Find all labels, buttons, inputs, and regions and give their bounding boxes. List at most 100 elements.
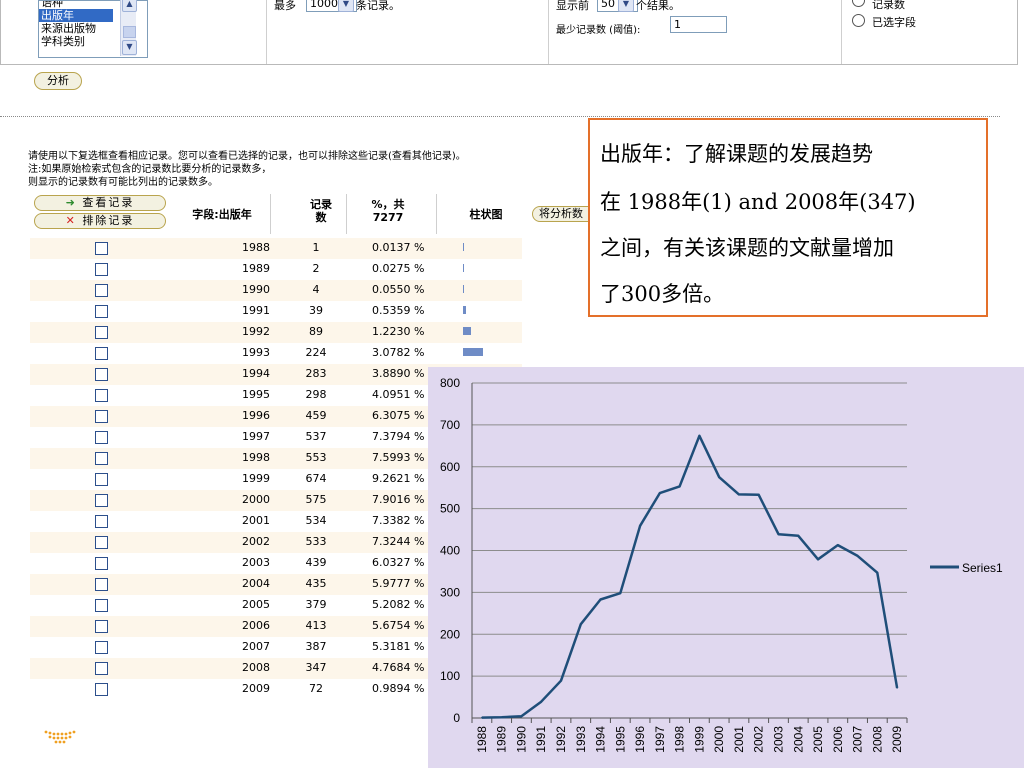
cell-percent: 5.2082 % [372, 598, 425, 611]
save-analysis-data-label: 将分析数 [539, 207, 583, 220]
row-checkbox[interactable] [95, 326, 108, 339]
cell-year: 2008 [242, 661, 270, 674]
header-field: 字段:出版年 [192, 208, 252, 221]
row-checkbox[interactable] [95, 284, 108, 297]
row-checkbox[interactable] [95, 431, 108, 444]
row-checkbox[interactable] [95, 557, 108, 570]
cell-count: 553 [305, 451, 327, 464]
x-tick-label: 2006 [831, 726, 845, 753]
row-checkbox[interactable] [95, 452, 108, 465]
data-point [777, 533, 780, 535]
data-point [520, 715, 523, 718]
cell-year: 1988 [242, 241, 270, 254]
cell-count: 537 [305, 430, 327, 443]
analysis-options-panel [0, 0, 1018, 65]
row-checkbox[interactable] [95, 599, 108, 612]
data-point [560, 679, 562, 682]
radio-records-label: 记录数 [872, 0, 905, 11]
data-point [876, 571, 879, 574]
cell-year: 2004 [242, 577, 270, 590]
cell-year: 1991 [242, 304, 270, 317]
row-checkbox[interactable] [95, 536, 108, 549]
x-tick-label: 2001 [732, 726, 746, 753]
x-tick-label: 1997 [653, 726, 667, 753]
table-bar [463, 327, 471, 335]
table-row: 1992 89 1.2230 % [30, 322, 522, 343]
row-checkbox[interactable] [95, 389, 108, 402]
row-checkbox[interactable] [95, 494, 108, 507]
view-records-button[interactable]: ➜ 查看记录 [34, 195, 166, 211]
panel-divider [266, 0, 267, 64]
cell-count: 379 [305, 598, 327, 611]
chevron-down-icon[interactable]: ▼ [618, 0, 634, 12]
x-tick-label: 2002 [752, 726, 766, 753]
cell-year: 1994 [242, 367, 270, 380]
cell-count: 89 [309, 325, 323, 338]
show-top-prefix: 显示前 [556, 0, 589, 12]
cell-year: 1995 [242, 388, 270, 401]
data-point [540, 700, 543, 703]
cell-count: 72 [309, 682, 323, 695]
cell-year: 2007 [242, 640, 270, 653]
cell-percent: 5.3181 % [372, 640, 425, 653]
scroll-up-icon[interactable]: ▲ [122, 0, 137, 12]
y-tick-label: 600 [440, 460, 460, 474]
cell-year: 1989 [242, 262, 270, 275]
row-checkbox[interactable] [95, 347, 108, 360]
x-tick-label: 2007 [851, 726, 865, 753]
max-records-suffix: 条记录。 [356, 0, 400, 12]
row-checkbox[interactable] [95, 641, 108, 654]
listbox-scrollbar[interactable]: ▲ ▼ [120, 0, 137, 56]
scroll-thumb[interactable] [123, 26, 136, 38]
data-point [579, 623, 582, 625]
row-checkbox[interactable] [95, 662, 108, 675]
row-checkbox[interactable] [95, 263, 108, 276]
header-percent-line1: %，共 [371, 198, 405, 211]
header-count: 记录 数 [296, 198, 346, 224]
row-checkbox[interactable] [95, 683, 108, 696]
cell-year: 2001 [242, 514, 270, 527]
legend-label: Series1 [962, 561, 1003, 575]
row-checkbox[interactable] [95, 242, 108, 255]
cell-count: 2 [312, 262, 320, 275]
cell-percent: 3.8890 % [372, 367, 425, 380]
min-records-input[interactable]: 1 [670, 16, 727, 33]
cell-year: 1990 [242, 283, 270, 296]
row-checkbox[interactable] [95, 410, 108, 423]
view-records-label: 查看记录 [82, 196, 135, 209]
x-tick-label: 2004 [791, 726, 805, 753]
x-tick-label: 2003 [771, 726, 785, 753]
row-checkbox[interactable] [95, 515, 108, 528]
analyze-button[interactable]: 分析 [34, 72, 82, 90]
exclude-records-button[interactable]: ✕ 排除记录 [34, 213, 166, 229]
table-row: 1993 224 3.0782 % [30, 343, 522, 364]
cell-percent: 3.0782 % [372, 346, 425, 359]
row-checkbox[interactable] [95, 620, 108, 633]
arrow-right-icon: ➜ [65, 196, 77, 209]
data-point [896, 687, 898, 689]
cell-count: 533 [305, 535, 327, 548]
table-bar [463, 264, 464, 272]
callout-line-3: 之间，有关该课题的文献量增加 [600, 236, 894, 260]
row-checkbox[interactable] [95, 473, 108, 486]
min-records-value: 1 [674, 18, 681, 31]
data-point [659, 492, 661, 494]
chevron-down-icon[interactable]: ▼ [338, 0, 354, 12]
cell-percent: 6.0327 % [372, 556, 425, 569]
table-row: 1990 4 0.0550 % [30, 280, 522, 301]
cell-year: 1998 [242, 451, 270, 464]
table-bar [463, 285, 464, 293]
cell-percent: 5.9777 % [372, 577, 425, 590]
scroll-down-icon[interactable]: ▼ [122, 40, 137, 55]
row-checkbox[interactable] [95, 578, 108, 591]
radio-selected-fields[interactable] [852, 14, 865, 27]
field-option-selected[interactable]: 出版年 [39, 9, 113, 22]
publication-trend-chart: 0 100 200 300 400 500 600 700 800 1988 1989 1990 199… [428, 367, 1024, 768]
table-bar [463, 306, 466, 314]
data-point [757, 494, 760, 496]
row-checkbox[interactable] [95, 368, 108, 381]
table-bar [463, 348, 483, 356]
data-point [500, 716, 503, 718]
row-checkbox[interactable] [95, 305, 108, 318]
cell-year: 1993 [242, 346, 270, 359]
